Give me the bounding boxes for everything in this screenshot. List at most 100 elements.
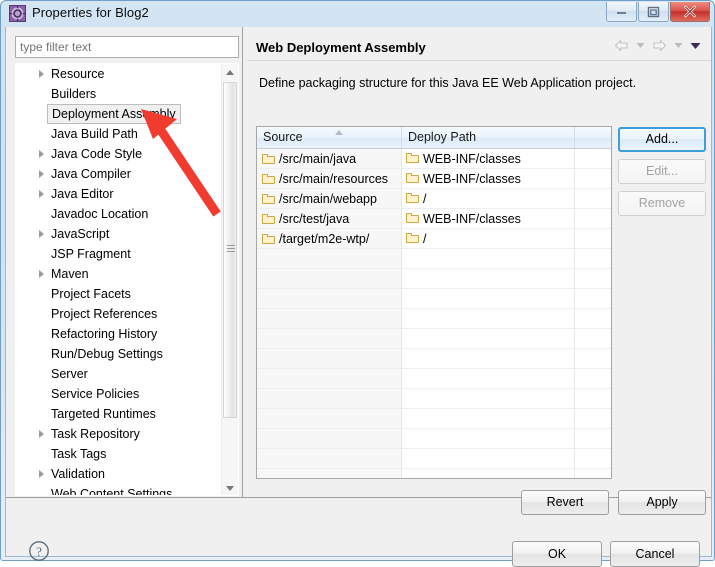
expand-triangle-icon[interactable]: [39, 230, 44, 238]
tree-item-server[interactable]: Server: [16, 364, 223, 384]
table-row-empty[interactable]: [257, 329, 611, 349]
tree-item-java-compiler[interactable]: Java Compiler: [16, 164, 223, 184]
table-row-empty[interactable]: [257, 269, 611, 289]
cell-deploy-path: WEB-INF/classes: [402, 209, 575, 229]
tree-item-java-code-style[interactable]: Java Code Style: [16, 144, 223, 164]
add-button[interactable]: Add...: [618, 127, 706, 152]
expand-triangle-icon[interactable]: [39, 170, 44, 178]
table-row-empty[interactable]: [257, 429, 611, 449]
cell-deploy-path-text: WEB-INF/classes: [423, 172, 521, 186]
tree-item-task-tags[interactable]: Task Tags: [16, 444, 223, 464]
table-row-empty[interactable]: [257, 249, 611, 269]
cell-spacer: [575, 169, 611, 189]
column-header-source[interactable]: Source: [257, 127, 402, 148]
column-header-blank[interactable]: [575, 127, 611, 148]
title-separator: [247, 60, 711, 61]
table-row-empty[interactable]: [257, 409, 611, 429]
revert-button[interactable]: Revert: [521, 490, 609, 515]
cell-empty: [402, 369, 575, 389]
tree-item-targeted-runtimes[interactable]: Targeted Runtimes: [16, 404, 223, 424]
tree-item-deployment-assembly[interactable]: Deployment Assembly: [16, 104, 223, 124]
filter-input[interactable]: [15, 36, 239, 58]
minimize-icon: [607, 2, 636, 21]
table-row-empty[interactable]: [257, 349, 611, 369]
expand-triangle-icon[interactable]: [39, 70, 44, 78]
table-row-empty[interactable]: [257, 389, 611, 409]
tree-item-javascript[interactable]: JavaScript: [16, 224, 223, 244]
table-row-empty[interactable]: [257, 309, 611, 329]
tree-item-label: Javadoc Location: [51, 207, 149, 221]
cell-empty: [257, 249, 402, 269]
tree-item-label: Maven: [51, 267, 89, 281]
cell-source-text: /src/main/java: [279, 152, 357, 166]
table-row-empty[interactable]: [257, 469, 611, 478]
help-question-icon[interactable]: ?: [28, 540, 50, 562]
tree-item-run-debug-settings[interactable]: Run/Debug Settings: [16, 344, 223, 364]
expand-triangle-icon[interactable]: [39, 150, 44, 158]
tree-item-jsp-fragment[interactable]: JSP Fragment: [16, 244, 223, 264]
cell-source: /src/main/webapp: [257, 189, 402, 209]
table-row[interactable]: /target/m2e-wtp/ /: [257, 229, 611, 249]
folder-icon: [406, 193, 420, 204]
tree-item-builders[interactable]: Builders: [16, 84, 223, 104]
apply-button[interactable]: Apply: [618, 490, 706, 515]
close-button[interactable]: [670, 2, 710, 22]
cell-deploy-path-text: /: [423, 232, 427, 246]
tree-scrollbar[interactable]: [221, 64, 238, 495]
cell-empty: [575, 449, 611, 469]
scrollbar-thumb[interactable]: [223, 82, 237, 418]
tree-item-label: Task Tags: [51, 447, 107, 461]
tree-item-label: Project References: [51, 307, 158, 321]
table-row[interactable]: /src/main/webapp /: [257, 189, 611, 209]
triangle-up-icon: [226, 70, 234, 75]
view-menu-chevron-down-icon[interactable]: [690, 42, 701, 50]
minimize-button[interactable]: [606, 2, 637, 22]
folder-icon: [406, 213, 420, 224]
tree-item-project-references[interactable]: Project References: [16, 304, 223, 324]
tree-item-project-facets[interactable]: Project Facets: [16, 284, 223, 304]
maximize-button[interactable]: [638, 2, 669, 22]
tree-item-javadoc-location[interactable]: Javadoc Location: [16, 204, 223, 224]
tree-item-web-content-settings[interactable]: Web Content Settings: [16, 484, 223, 495]
expand-triangle-icon[interactable]: [39, 190, 44, 198]
cell-deploy-path-text: /: [423, 192, 427, 206]
cell-source-text: /target/m2e-wtp/: [279, 232, 370, 246]
tree-item-java-build-path[interactable]: Java Build Path: [16, 124, 223, 144]
tree-item-service-policies[interactable]: Service Policies: [16, 384, 223, 404]
table-row[interactable]: /src/main/resources WEB-INF/classes: [257, 169, 611, 189]
back-arrow-icon[interactable]: [614, 39, 629, 52]
scrollbar-grip-icon: [227, 245, 235, 255]
folder-icon: [406, 153, 420, 164]
cell-empty: [257, 389, 402, 409]
scrollbar-up-button[interactable]: [222, 64, 238, 81]
back-dropdown-chevron-down-icon[interactable]: [636, 42, 645, 49]
tree-item-resource[interactable]: Resource: [16, 64, 223, 84]
properties-dialog-window: Properties for Blog2 type filter text Re…: [0, 0, 715, 567]
scrollbar-down-button[interactable]: [222, 480, 238, 495]
column-header-deploy-path[interactable]: Deploy Path: [402, 127, 575, 148]
table-row-empty[interactable]: [257, 369, 611, 389]
tree-item-validation[interactable]: Validation: [16, 464, 223, 484]
tree-item-label: Validation: [51, 467, 105, 481]
expand-triangle-icon[interactable]: [39, 270, 44, 278]
expand-triangle-icon[interactable]: [39, 430, 44, 438]
tree-item-maven[interactable]: Maven: [16, 264, 223, 284]
forward-arrow-icon[interactable]: [652, 39, 667, 52]
cancel-button[interactable]: Cancel: [610, 541, 700, 567]
table-row[interactable]: /src/main/java WEB-INF/classes: [257, 149, 611, 169]
title-bar: Properties for Blog2: [1, 1, 715, 27]
tree-item-task-repository[interactable]: Task Repository: [16, 424, 223, 444]
tree-item-label: Java Code Style: [51, 147, 143, 161]
cell-source: /src/main/resources: [257, 169, 402, 189]
expand-triangle-icon[interactable]: [39, 470, 44, 478]
table-row-empty[interactable]: [257, 449, 611, 469]
cell-deploy-path-text: WEB-INF/classes: [423, 212, 521, 226]
tree-item-label: Targeted Runtimes: [51, 407, 156, 421]
table-row[interactable]: /src/test/java WEB-INF/classes: [257, 209, 611, 229]
tree-item-refactoring-history[interactable]: Refactoring History: [16, 324, 223, 344]
ok-button[interactable]: OK: [512, 541, 602, 567]
forward-dropdown-chevron-down-icon[interactable]: [674, 42, 683, 49]
folder-icon: [262, 234, 276, 245]
table-row-empty[interactable]: [257, 289, 611, 309]
tree-item-java-editor[interactable]: Java Editor: [16, 184, 223, 204]
